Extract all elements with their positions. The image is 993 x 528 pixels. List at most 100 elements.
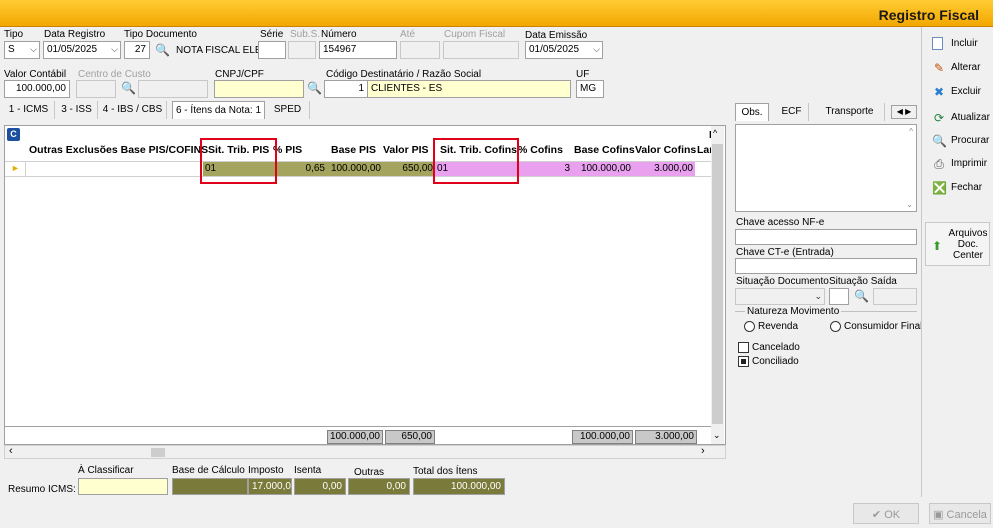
binoculars-icon[interactable]: 🔍 bbox=[854, 289, 869, 303]
tipo-select[interactable]: S ⌵ bbox=[4, 41, 40, 59]
col-valor-pis[interactable]: Valor PIS bbox=[383, 144, 429, 160]
tab-sped[interactable]: SPED bbox=[266, 101, 310, 119]
tab-iss[interactable]: 3 - ISS bbox=[56, 101, 98, 119]
base-calculo-field bbox=[172, 478, 248, 495]
consumidor-final-label: Consumidor Final bbox=[844, 321, 923, 332]
incluir-button[interactable]: Incluir bbox=[925, 33, 990, 54]
tab-obs[interactable]: Obs. bbox=[735, 103, 769, 121]
tipo-documento-code[interactable]: 27 bbox=[124, 41, 150, 59]
tab-icms[interactable]: 1 - ICMS bbox=[3, 101, 55, 119]
tab-transporte[interactable]: Transporte bbox=[815, 103, 885, 121]
data-emissao-field[interactable]: 01/05/2025 ⌵ bbox=[525, 41, 603, 59]
close-window-icon: ❎ bbox=[932, 181, 947, 195]
conciliado-checkbox[interactable] bbox=[738, 356, 749, 367]
cell-valor-cofins[interactable]: 3.000,00 bbox=[633, 162, 695, 176]
items-grid[interactable]: C I Outras Exclusões Base PIS/COFINS Sit… bbox=[4, 125, 726, 445]
razao-social-field[interactable]: CLIENTES - ES bbox=[367, 80, 571, 98]
chevron-down-icon: ⌄ bbox=[814, 291, 822, 301]
right-tab-bar: Obs. ECF Transporte ◀ ▶ bbox=[735, 103, 919, 121]
resumo-icms-label: Resumo ICMS: bbox=[8, 484, 76, 495]
chevron-down-icon: ⌵ bbox=[111, 44, 118, 54]
chevron-left-icon[interactable]: ‹ bbox=[9, 445, 13, 457]
grid-badge[interactable]: C bbox=[7, 128, 20, 141]
chevron-up-icon[interactable]: ^ bbox=[909, 127, 913, 136]
col-valor-cofins[interactable]: Valor Cofins bbox=[635, 144, 696, 160]
imprimir-button[interactable]: ⎙ Imprimir bbox=[925, 153, 990, 174]
grid-vertical-scrollbar[interactable]: ^ ⌄ bbox=[711, 126, 724, 444]
binoculars-icon: 🔍 bbox=[932, 134, 947, 148]
col-outras-exclusoes[interactable]: Outras Exclusões Base PIS/COFINS bbox=[29, 144, 208, 160]
numero-label: Número bbox=[321, 29, 357, 40]
cell-valor-pis[interactable]: 650,00 bbox=[383, 162, 435, 176]
uf-field[interactable]: MG bbox=[576, 80, 604, 98]
centro-custo-label: Centro de Custo bbox=[78, 69, 151, 80]
sub-serie-field bbox=[288, 41, 316, 59]
col-base-pis[interactable]: Base PIS bbox=[331, 144, 376, 160]
cell-base-cofins[interactable]: 100.000,00 bbox=[572, 162, 633, 176]
obs-textarea[interactable]: ^ ⌄ bbox=[735, 124, 917, 212]
sub-serie-label: Sub.S. bbox=[290, 29, 321, 40]
binoculars-icon: 🔍 bbox=[121, 81, 136, 95]
data-emissao-label: Data Emissão bbox=[525, 30, 588, 41]
situacao-saida-label: Situação Saída bbox=[829, 276, 897, 287]
centro-custo-field bbox=[76, 80, 116, 98]
excluir-button[interactable]: ✖ Excluir bbox=[925, 81, 990, 102]
cancelar-button[interactable]: ▣ Cancela bbox=[929, 503, 991, 524]
col-pct-pis[interactable]: % PIS bbox=[273, 144, 302, 160]
tipo-label: Tipo bbox=[4, 29, 24, 40]
cupom-fiscal-label: Cupom Fiscal bbox=[444, 29, 506, 40]
total-valor-cofins: 3.000,00 bbox=[635, 430, 697, 444]
col-base-cofins[interactable]: Base Cofins bbox=[574, 144, 635, 160]
chave-nfe-field[interactable] bbox=[735, 229, 917, 245]
alterar-button[interactable]: ✎ Alterar bbox=[925, 57, 990, 78]
atualizar-button[interactable]: ⟳ Atualizar bbox=[925, 107, 990, 128]
procurar-button[interactable]: 🔍 Procurar bbox=[925, 130, 990, 151]
tab-ecf[interactable]: ECF bbox=[775, 103, 809, 121]
isenta-label: Isenta bbox=[294, 465, 322, 476]
edit-icon: ✎ bbox=[933, 61, 945, 75]
situacao-saida-field[interactable] bbox=[829, 288, 849, 305]
col-pct-cofins[interactable]: % Cofins bbox=[518, 144, 563, 160]
tab-ibs-cbs[interactable]: 4 - IBS / CBS bbox=[99, 101, 167, 119]
numero-field[interactable]: 154967 bbox=[319, 41, 397, 59]
total-base-pis: 100.000,00 bbox=[327, 430, 383, 444]
grid-horizontal-scrollbar[interactable]: ‹ › bbox=[4, 445, 726, 459]
chevron-down-icon: ⌵ bbox=[30, 44, 37, 54]
chevron-down-icon: ⌵ bbox=[593, 44, 600, 54]
revenda-radio[interactable] bbox=[744, 321, 755, 332]
cancelado-checkbox[interactable] bbox=[738, 342, 749, 353]
imposto-label: Imposto bbox=[248, 465, 284, 476]
cell-pct-cofins[interactable]: 3 bbox=[517, 162, 572, 176]
cupom-fiscal-field bbox=[443, 41, 519, 59]
fechar-button[interactable]: ❎ Fechar bbox=[925, 177, 990, 198]
valor-contabil-field[interactable]: 100.000,00 bbox=[4, 80, 70, 98]
cell-pct-pis[interactable]: 0,65 bbox=[275, 162, 327, 176]
situacao-saida-name bbox=[873, 288, 917, 305]
tab-scroll-arrows[interactable]: ◀ ▶ bbox=[891, 105, 917, 119]
tab-itens-nota[interactable]: 6 - Ítens da Nota: 1 bbox=[172, 101, 265, 119]
outras-field: 0,00 bbox=[348, 478, 410, 495]
a-classificar-label: À Classificar bbox=[78, 465, 134, 476]
ok-button[interactable]: ✔ OK bbox=[853, 503, 919, 524]
chave-cte-field[interactable] bbox=[735, 258, 917, 274]
cell-base-pis[interactable]: 100.000,00 bbox=[327, 162, 383, 176]
binoculars-icon[interactable]: 🔍 bbox=[155, 43, 170, 57]
serie-field[interactable] bbox=[258, 41, 286, 59]
cod-dest-code[interactable]: 1 bbox=[324, 80, 368, 98]
data-registro-field[interactable]: 01/05/2025 ⌵ bbox=[43, 41, 121, 59]
cancelado-label: Cancelado bbox=[752, 342, 800, 353]
arquivos-doc-center-button[interactable]: ⬆ Arquivos Doc. Center bbox=[925, 222, 990, 266]
serie-label: Série bbox=[260, 29, 284, 40]
revenda-label: Revenda bbox=[758, 321, 799, 332]
chevron-right-icon[interactable]: › bbox=[701, 445, 705, 457]
natureza-group: Natureza Movimento Revenda Consumidor Fi… bbox=[735, 306, 922, 335]
cnpj-field[interactable] bbox=[214, 80, 304, 98]
chevron-up-icon[interactable]: ^ bbox=[713, 128, 717, 138]
data-registro-label: Data Registro bbox=[44, 29, 106, 40]
binoculars-icon[interactable]: 🔍 bbox=[307, 81, 322, 95]
chevron-down-icon[interactable]: ⌄ bbox=[906, 200, 913, 209]
chevron-down-icon[interactable]: ⌄ bbox=[713, 430, 721, 441]
centro-custo-name bbox=[138, 80, 208, 98]
consumidor-final-radio[interactable] bbox=[830, 321, 841, 332]
total-valor-pis: 650,00 bbox=[385, 430, 435, 444]
